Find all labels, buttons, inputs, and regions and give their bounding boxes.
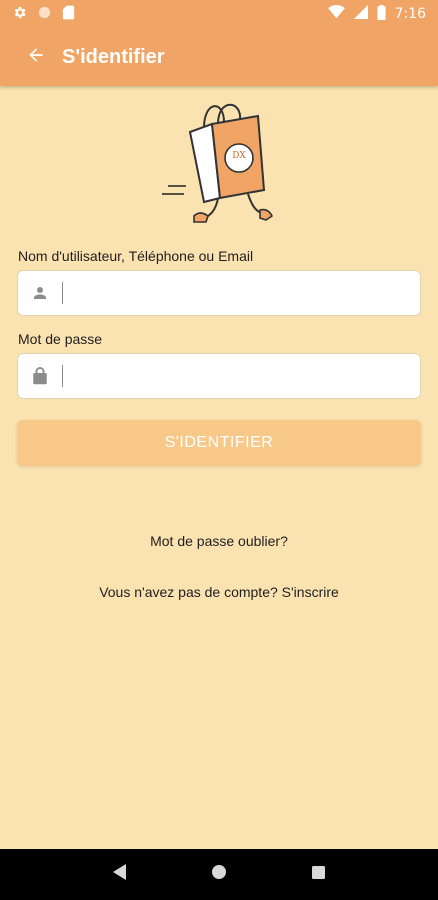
password-label: Mot de passe bbox=[18, 331, 103, 347]
password-field[interactable] bbox=[17, 353, 421, 399]
circle-icon bbox=[37, 5, 52, 24]
nav-home-button[interactable] bbox=[199, 855, 239, 895]
wifi-icon bbox=[327, 5, 345, 23]
username-field[interactable] bbox=[17, 270, 421, 316]
system-nav-bar bbox=[0, 849, 438, 900]
username-input[interactable] bbox=[63, 271, 420, 315]
nav-back-button[interactable] bbox=[100, 855, 140, 895]
lock-icon bbox=[18, 354, 62, 398]
sd-card-icon bbox=[62, 5, 75, 24]
status-left-icons bbox=[12, 5, 75, 24]
bag-logo-text: DX bbox=[232, 151, 246, 161]
home-circle-icon bbox=[211, 864, 227, 885]
status-bar: 7:16 bbox=[0, 0, 438, 28]
password-input[interactable] bbox=[63, 354, 420, 398]
app-bar: S'identifier bbox=[0, 28, 438, 86]
status-right-icons: 7:16 bbox=[327, 4, 426, 24]
login-button[interactable]: S'IDENTIFIER bbox=[17, 420, 421, 466]
arrow-left-icon bbox=[26, 45, 46, 70]
nav-recents-button[interactable] bbox=[298, 855, 338, 895]
battery-icon bbox=[376, 4, 386, 24]
back-button[interactable] bbox=[14, 35, 58, 79]
page-title: S'identifier bbox=[62, 45, 165, 68]
forgot-password-link[interactable]: Mot de passe oublier? bbox=[0, 533, 438, 549]
recents-square-icon bbox=[311, 865, 325, 884]
gear-icon bbox=[12, 5, 27, 24]
shopping-bag-illustration: DX bbox=[160, 98, 280, 230]
signup-link[interactable]: Vous n'avez pas de compte? S'inscrire bbox=[0, 584, 438, 600]
status-time: 7:16 bbox=[394, 6, 426, 22]
person-icon bbox=[18, 271, 62, 315]
signal-icon bbox=[353, 5, 368, 23]
back-triangle-icon bbox=[112, 864, 127, 885]
username-label: Nom d'utilisateur, Téléphone ou Email bbox=[18, 248, 254, 264]
